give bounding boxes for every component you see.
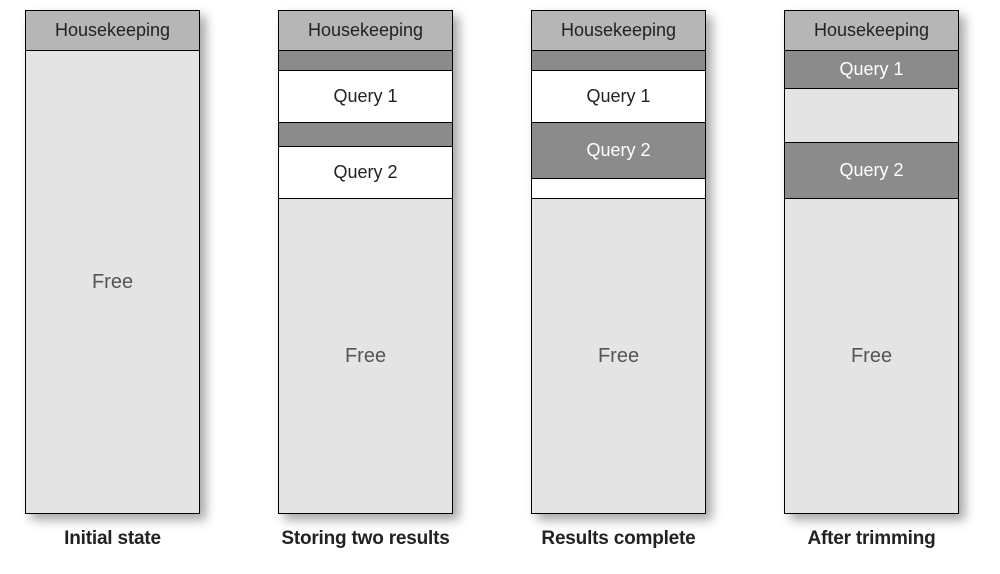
column-caption: Initial state <box>25 528 200 550</box>
block-whiteband <box>532 179 705 199</box>
block-housekeeping: Housekeeping <box>26 11 199 51</box>
block-free: Free <box>26 51 199 513</box>
block-query1: Query 1 <box>785 51 958 89</box>
block-query2: Query 2 <box>532 123 705 179</box>
block-darkband <box>279 51 452 71</box>
memory-stack: HousekeepingFree <box>25 10 200 514</box>
column-2: Housekeeping Query 1Query 2 Free Results co… <box>531 10 706 550</box>
column-0: HousekeepingFree Initial state <box>25 10 200 550</box>
block-query1: Query 1 <box>279 71 452 123</box>
block-query2: Query 2 <box>785 143 958 199</box>
block-lightband <box>785 89 958 143</box>
block-housekeeping: Housekeeping <box>279 11 452 51</box>
block-housekeeping: Housekeeping <box>785 11 958 51</box>
memory-stack: Housekeeping Query 1Query 2 Free <box>531 10 706 514</box>
column-caption: Storing two results <box>278 528 453 550</box>
memory-stack: HousekeepingQuery 1 Query 2Free <box>784 10 959 514</box>
column-1: Housekeeping Query 1 Query 2Free Storing tw… <box>278 10 453 550</box>
block-query2: Query 2 <box>279 147 452 199</box>
block-free: Free <box>279 199 452 513</box>
block-free: Free <box>532 199 705 513</box>
block-housekeeping: Housekeeping <box>532 11 705 51</box>
block-darkband <box>279 123 452 147</box>
memory-states-diagram: HousekeepingFreeInitial stateHousekeepin… <box>10 10 990 550</box>
memory-stack: Housekeeping Query 1 Query 2Free <box>278 10 453 514</box>
block-query1: Query 1 <box>532 71 705 123</box>
block-darkband <box>532 51 705 71</box>
column-caption: Results complete <box>531 528 706 550</box>
column-caption: After trimming <box>784 528 959 550</box>
block-free: Free <box>785 199 958 513</box>
column-3: HousekeepingQuery 1 Query 2Free After trim… <box>784 10 959 550</box>
